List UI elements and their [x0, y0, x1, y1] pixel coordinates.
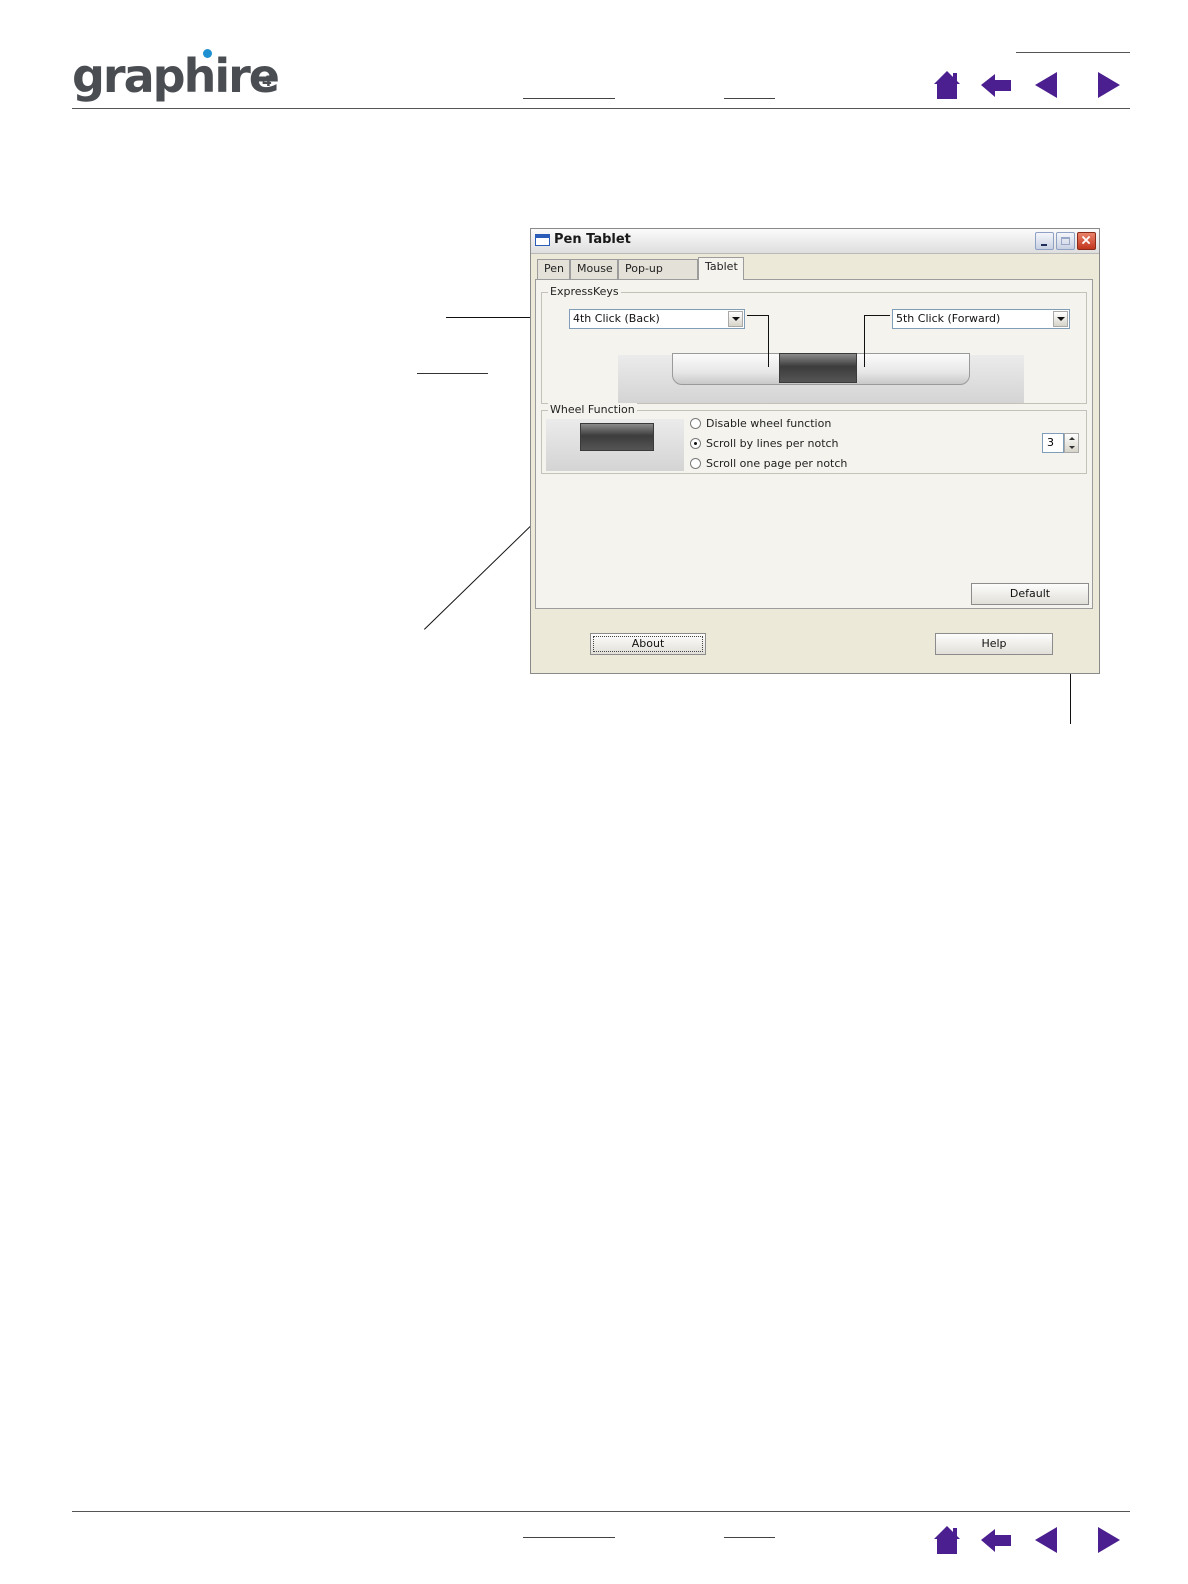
header-top-rule: [1016, 52, 1130, 53]
connector-right-v: [864, 315, 865, 367]
logo-model-number: 4: [262, 74, 272, 90]
footer-rule: [72, 1511, 1130, 1512]
maximize-button[interactable]: [1056, 232, 1075, 250]
minimize-icon: [1041, 244, 1047, 246]
left-expresskey-dropdown[interactable]: 4th Click (Back): [569, 309, 745, 329]
tab-pen[interactable]: Pen: [537, 259, 570, 279]
chevron-down-icon[interactable]: [728, 311, 743, 327]
back-arrow-icon[interactable]: [979, 69, 1013, 101]
spin-up-icon[interactable]: [1069, 437, 1075, 440]
lines-per-notch-stepper[interactable]: [1064, 433, 1079, 453]
chevron-down-icon[interactable]: [1053, 311, 1068, 327]
header-rule: [72, 108, 1130, 109]
maximize-icon: [1061, 237, 1070, 245]
spin-down-icon[interactable]: [1069, 446, 1075, 449]
home-icon[interactable]: [931, 69, 963, 101]
tablet-tab-panel: ExpressKeys 4th Click (Back) 5th Click (…: [535, 279, 1093, 609]
expresskeys-group: ExpressKeys 4th Click (Back) 5th Click (…: [541, 285, 1087, 404]
logo-dot: [203, 49, 212, 58]
callout-underline: [417, 373, 488, 374]
dialog-title: Pen Tablet: [554, 232, 631, 247]
lines-per-notch-input[interactable]: 3: [1042, 433, 1064, 453]
radio-label: Disable wheel function: [706, 417, 832, 430]
radio-button[interactable]: [690, 458, 701, 469]
tab-popup-menu[interactable]: Pop-up Menu: [618, 259, 698, 293]
next-page-icon[interactable]: [1092, 1524, 1124, 1556]
radio-label: Scroll one page per notch: [706, 457, 848, 470]
expresskeys-label: ExpressKeys: [548, 285, 621, 298]
radio-button[interactable]: [690, 418, 701, 429]
about-button[interactable]: About: [590, 633, 706, 655]
previous-page-icon[interactable]: [1031, 69, 1063, 101]
home-icon[interactable]: [931, 1524, 963, 1556]
scroll-wheel-image: [779, 353, 857, 383]
tab-tablet[interactable]: Tablet: [698, 257, 744, 280]
wheel-function-label: Wheel Function: [548, 403, 637, 416]
next-page-icon[interactable]: [1092, 69, 1124, 101]
close-button[interactable]: [1077, 232, 1096, 250]
logo-wordmark: graphire: [72, 49, 280, 103]
wheel-function-image: [580, 423, 654, 451]
wheel-function-group: Wheel Function Disable wheel function Sc…: [541, 403, 1087, 474]
connector-left-h: [747, 315, 768, 316]
header-link-contents[interactable]: [523, 98, 615, 99]
footer-link-index[interactable]: [724, 1537, 775, 1538]
footer-link-contents[interactable]: [523, 1537, 615, 1538]
pen-tablet-dialog: Pen Tablet Pen Mouse Pop-up Menu Tablet …: [530, 228, 1100, 674]
radio-button[interactable]: [690, 438, 701, 449]
title-bar[interactable]: Pen Tablet: [531, 229, 1099, 254]
tab-mouse[interactable]: Mouse: [570, 259, 618, 279]
radio-label: Scroll by lines per notch: [706, 437, 839, 450]
connector-left-v: [768, 315, 769, 367]
default-button[interactable]: Default: [971, 583, 1089, 605]
connector-right-h: [864, 315, 890, 316]
window-icon: [535, 234, 550, 246]
right-expresskey-dropdown[interactable]: 5th Click (Forward): [892, 309, 1070, 329]
graphire-logo: graphire 4: [72, 48, 292, 104]
left-expresskey-value: 4th Click (Back): [573, 312, 660, 325]
close-icon: [1081, 235, 1091, 245]
previous-page-icon[interactable]: [1031, 1524, 1063, 1556]
help-button[interactable]: Help: [935, 633, 1053, 655]
back-arrow-icon[interactable]: [979, 1524, 1013, 1556]
right-expresskey-value: 5th Click (Forward): [896, 312, 1001, 325]
minimize-button[interactable]: [1035, 232, 1054, 250]
header-link-index[interactable]: [724, 98, 775, 99]
